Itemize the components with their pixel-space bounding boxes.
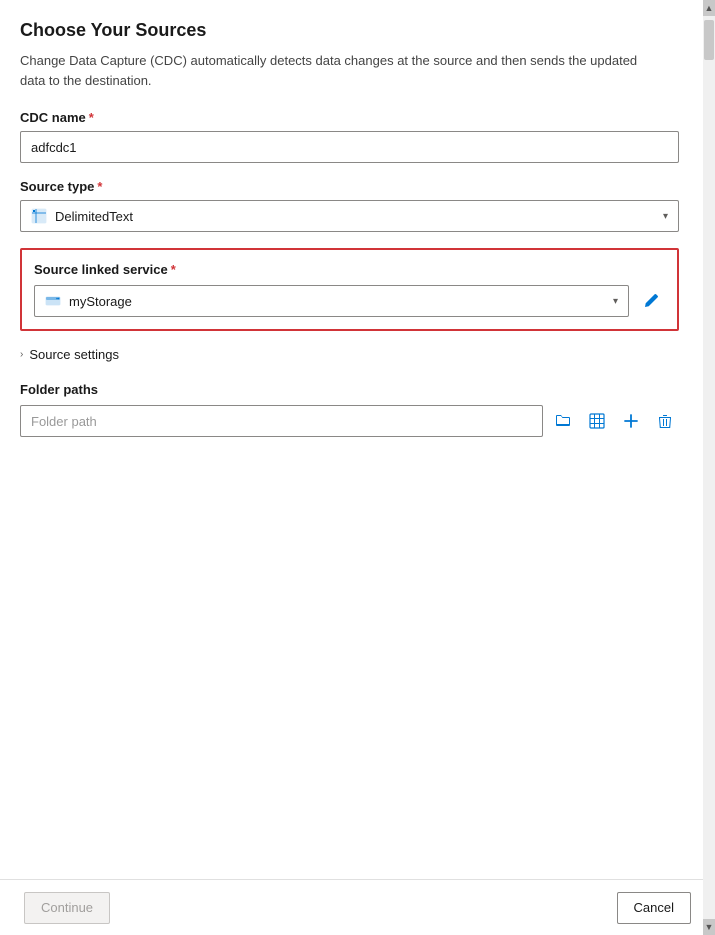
cdc-name-label: CDC name * bbox=[20, 110, 679, 125]
folder-paths-label: Folder paths bbox=[20, 382, 679, 397]
trash-icon bbox=[657, 413, 673, 429]
delete-folder-path-button[interactable] bbox=[651, 407, 679, 435]
source-settings-chevron-icon: › bbox=[20, 349, 23, 360]
storage-icon bbox=[45, 293, 61, 309]
cdc-name-required: * bbox=[89, 110, 94, 125]
folder-path-input[interactable] bbox=[20, 405, 543, 437]
source-settings-label: Source settings bbox=[29, 347, 119, 362]
cdc-name-section: CDC name * bbox=[20, 110, 679, 163]
source-settings-row[interactable]: › Source settings bbox=[20, 347, 679, 362]
add-folder-path-button[interactable] bbox=[617, 407, 645, 435]
scrollbar-up-button[interactable]: ▲ bbox=[703, 0, 715, 16]
linked-service-value: myStorage bbox=[69, 294, 132, 309]
footer: Continue Cancel bbox=[0, 879, 715, 935]
delimited-text-icon bbox=[31, 208, 47, 224]
table-icon bbox=[589, 413, 605, 429]
page-description: Change Data Capture (CDC) automatically … bbox=[20, 51, 660, 90]
source-type-label: Source type * bbox=[20, 179, 679, 194]
source-type-chevron-icon: ▾ bbox=[663, 211, 668, 222]
source-type-value: DelimitedText bbox=[55, 209, 133, 224]
folder-path-row bbox=[20, 405, 679, 437]
cdc-name-input[interactable] bbox=[20, 131, 679, 163]
table-view-button[interactable] bbox=[583, 407, 611, 435]
source-type-select[interactable]: DelimitedText ▾ bbox=[20, 200, 679, 232]
folder-browse-icon bbox=[555, 413, 571, 429]
scrollbar-thumb[interactable] bbox=[704, 20, 714, 60]
scrollbar-down-button[interactable]: ▼ bbox=[703, 919, 715, 935]
source-linked-service-section: Source linked service * bbox=[20, 248, 679, 331]
linked-service-row: myStorage ▾ bbox=[34, 285, 665, 317]
plus-icon bbox=[623, 413, 639, 429]
source-linked-required: * bbox=[171, 262, 176, 277]
main-content: Choose Your Sources Change Data Capture … bbox=[0, 0, 703, 879]
source-linked-service-label: Source linked service * bbox=[34, 262, 665, 277]
source-type-section: Source type * DelimitedText ▾ bbox=[20, 179, 679, 232]
linked-service-select[interactable]: myStorage ▾ bbox=[34, 285, 629, 317]
continue-button[interactable]: Continue bbox=[24, 892, 110, 924]
cancel-button[interactable]: Cancel bbox=[617, 892, 691, 924]
page-wrapper: ▲ ▼ Choose Your Sources Change Data Capt… bbox=[0, 0, 715, 935]
linked-service-chevron-icon: ▾ bbox=[613, 296, 618, 307]
scrollbar-track[interactable]: ▲ ▼ bbox=[703, 0, 715, 935]
folder-paths-section: Folder paths bbox=[20, 382, 679, 437]
page-title: Choose Your Sources bbox=[20, 20, 679, 41]
edit-linked-service-button[interactable] bbox=[637, 287, 665, 315]
browse-folder-button[interactable] bbox=[549, 407, 577, 435]
source-type-required: * bbox=[97, 179, 102, 194]
